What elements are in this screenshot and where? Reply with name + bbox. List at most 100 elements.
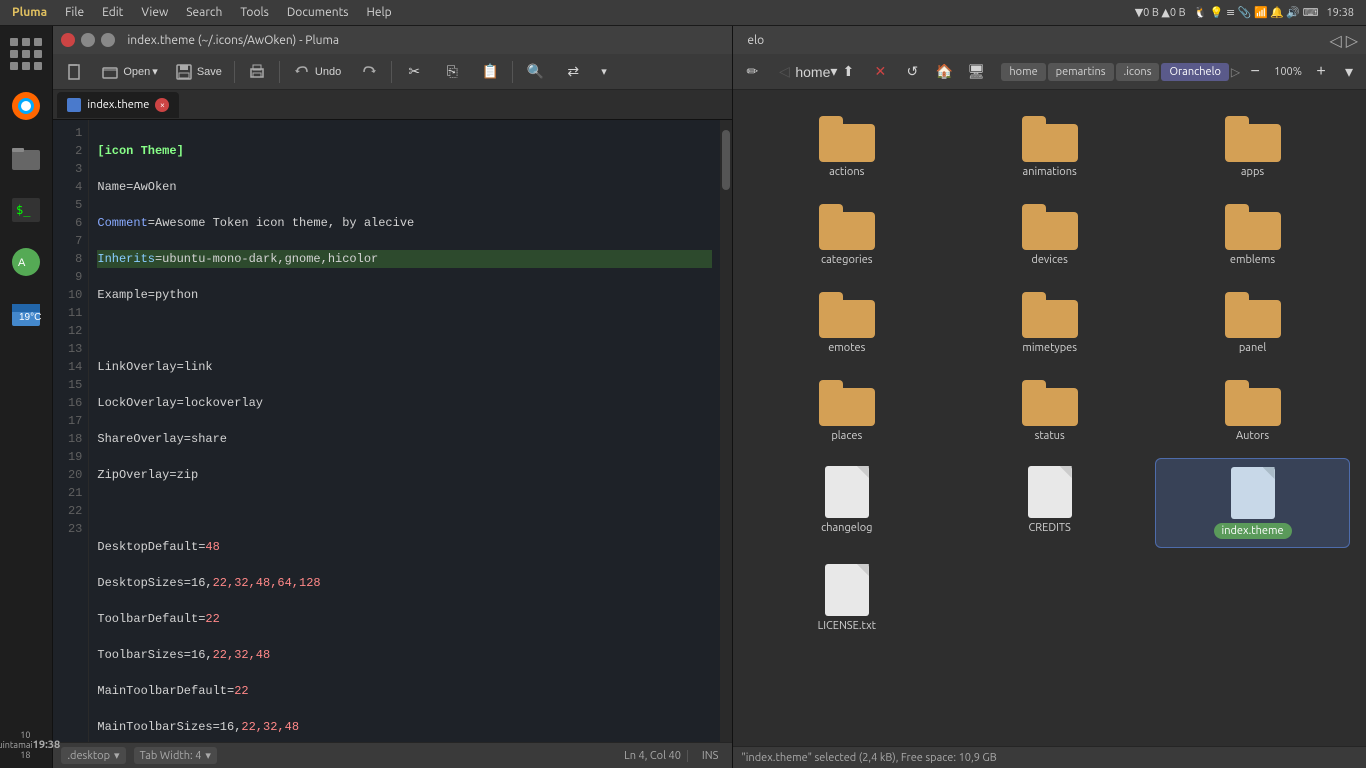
file-panel[interactable]: panel: [1155, 282, 1350, 362]
code-line-16: MainToolbarDefault=22: [97, 682, 712, 700]
fm-home-button[interactable]: 🏠: [929, 58, 959, 86]
dock-date: quinta 10 mai 18 19:38: [2, 726, 50, 764]
fm-zoom-dropdown-button[interactable]: ▾: [1336, 59, 1362, 85]
file-categories[interactable]: categories: [749, 194, 944, 274]
firefox-icon: [10, 90, 42, 122]
file-license[interactable]: LICENSE.txt: [749, 556, 944, 640]
code-editor[interactable]: [icon Theme] Name=AwOken Comment=Awesome…: [89, 120, 720, 742]
menu-documents[interactable]: Documents: [279, 4, 357, 21]
fm-up-button[interactable]: ⬆: [833, 58, 863, 86]
fm-zoom-in-button[interactable]: +: [1308, 59, 1334, 85]
file-mimetypes[interactable]: mimetypes: [952, 282, 1147, 362]
paste-button[interactable]: 📋: [472, 58, 508, 86]
more-button[interactable]: ▾: [593, 58, 615, 86]
cursor-position: Ln 4, Col 40: [618, 750, 688, 762]
fm-title: elo: [747, 34, 764, 47]
fm-reload-button[interactable]: ↺: [897, 58, 927, 86]
file-actions[interactable]: actions: [749, 106, 944, 186]
fm-stop-button[interactable]: ✕: [865, 58, 895, 86]
branch-selector[interactable]: .desktop ▾: [61, 747, 125, 764]
editor-tab-indextheme[interactable]: index.theme ×: [57, 92, 179, 118]
branch-dropdown-icon: ▾: [114, 749, 120, 762]
fm-edit-button[interactable]: ✏: [737, 58, 767, 86]
menu-edit[interactable]: Edit: [94, 4, 131, 21]
code-line-7: LinkOverlay=link: [97, 358, 712, 376]
dock-calendar[interactable]: 19°C: [2, 290, 50, 338]
menu-view[interactable]: View: [133, 4, 176, 21]
dock-firefox[interactable]: [2, 82, 50, 130]
cut-button[interactable]: ✂: [396, 58, 432, 86]
fm-zoom-out-button[interactable]: −: [1242, 59, 1268, 85]
dock-apps[interactable]: A: [2, 238, 50, 286]
menu-search[interactable]: Search: [178, 4, 230, 21]
file-devices[interactable]: devices: [952, 194, 1147, 274]
more-icon: ▾: [601, 65, 607, 78]
editor-toolbar: Open ▾ Save Undo: [53, 54, 732, 90]
tab-width-selector[interactable]: Tab Width: 4 ▾: [134, 747, 217, 764]
scrollbar-thumb[interactable]: [722, 130, 730, 190]
breadcrumb-next-icon: ▷: [1231, 65, 1240, 79]
redo-button[interactable]: [351, 58, 387, 86]
new-button[interactable]: [57, 58, 93, 86]
time-value: 19:38: [33, 739, 61, 751]
print-button[interactable]: [239, 58, 275, 86]
file-label: panel: [1239, 342, 1266, 354]
editor-statusbar: .desktop ▾ Tab Width: 4 ▾ Ln 4, Col 40 I…: [53, 742, 732, 768]
dock-terminal[interactable]: $_: [2, 186, 50, 234]
breadcrumb-user[interactable]: pemartins: [1048, 63, 1114, 81]
maximize-button[interactable]: [101, 33, 115, 47]
menu-file[interactable]: File: [57, 4, 92, 21]
file-label: Autors: [1236, 430, 1269, 442]
file-places[interactable]: places: [749, 370, 944, 450]
menu-help[interactable]: Help: [359, 4, 400, 21]
file-indextheme[interactable]: index.theme: [1155, 458, 1350, 548]
undo-button[interactable]: Undo: [284, 58, 349, 86]
file-apps[interactable]: apps: [1155, 106, 1350, 186]
file-status[interactable]: status: [952, 370, 1147, 450]
save-button[interactable]: Save: [166, 58, 230, 86]
file-emblems[interactable]: emblems: [1155, 194, 1350, 274]
file-credits[interactable]: CREDITS: [952, 458, 1147, 548]
folder-icon: [1022, 290, 1078, 338]
file-changelog[interactable]: changelog: [749, 458, 944, 548]
tab-close-button[interactable]: ×: [155, 98, 169, 112]
menu-tools[interactable]: Tools: [232, 4, 277, 21]
insert-mode: INS: [696, 750, 724, 762]
fm-computer-button[interactable]: 🖥: [961, 58, 991, 86]
copy-button[interactable]: ⎘: [434, 58, 470, 86]
tab-width-label: Tab Width: 4: [140, 750, 202, 762]
fm-zoom-controls: − 100% + ▾: [1242, 59, 1362, 85]
file-autors[interactable]: Autors: [1155, 370, 1350, 450]
doc-icon: [825, 564, 869, 616]
folder-icon: [819, 202, 875, 250]
code-line-9: ShareOverlay=share: [97, 430, 712, 448]
code-line-14: ToolbarDefault=22: [97, 610, 712, 628]
breadcrumb-home[interactable]: home: [1001, 63, 1045, 81]
close-button[interactable]: [61, 33, 75, 47]
dock-filemanager[interactable]: [2, 134, 50, 182]
minimize-button[interactable]: [81, 33, 95, 47]
fm-more-icon[interactable]: ▷: [1346, 31, 1358, 50]
code-line-15: ToolbarSizes=16,22,32,48: [97, 646, 712, 664]
doc-icon: [825, 466, 869, 518]
terminal-icon: $_: [10, 194, 42, 226]
toolbar-sep-4: [512, 61, 513, 83]
app-name[interactable]: Pluma: [4, 4, 55, 21]
file-animations[interactable]: animations: [952, 106, 1147, 186]
breadcrumb-oranchelo[interactable]: Oranchelo: [1161, 63, 1228, 81]
replace-button[interactable]: ⇄: [555, 58, 591, 86]
open-button[interactable]: Open ▾: [95, 58, 163, 86]
folder-icon: [819, 114, 875, 162]
breadcrumb-icons[interactable]: .icons: [1116, 63, 1160, 81]
theme-icon: [1231, 467, 1275, 519]
file-label-highlight: index.theme: [1214, 523, 1292, 539]
file-label: emotes: [828, 342, 865, 354]
editor-scrollbar[interactable]: [720, 120, 732, 742]
file-emotes[interactable]: emotes: [749, 282, 944, 362]
search-button[interactable]: 🔍: [517, 58, 553, 86]
fm-forward-button[interactable]: home ▾: [801, 58, 831, 86]
code-line-17: MainToolbarSizes=16,22,32,48: [97, 718, 712, 736]
fm-expand-icon[interactable]: ◁: [1329, 31, 1341, 50]
dock-grid[interactable]: [2, 30, 50, 78]
new-icon: [65, 62, 85, 82]
